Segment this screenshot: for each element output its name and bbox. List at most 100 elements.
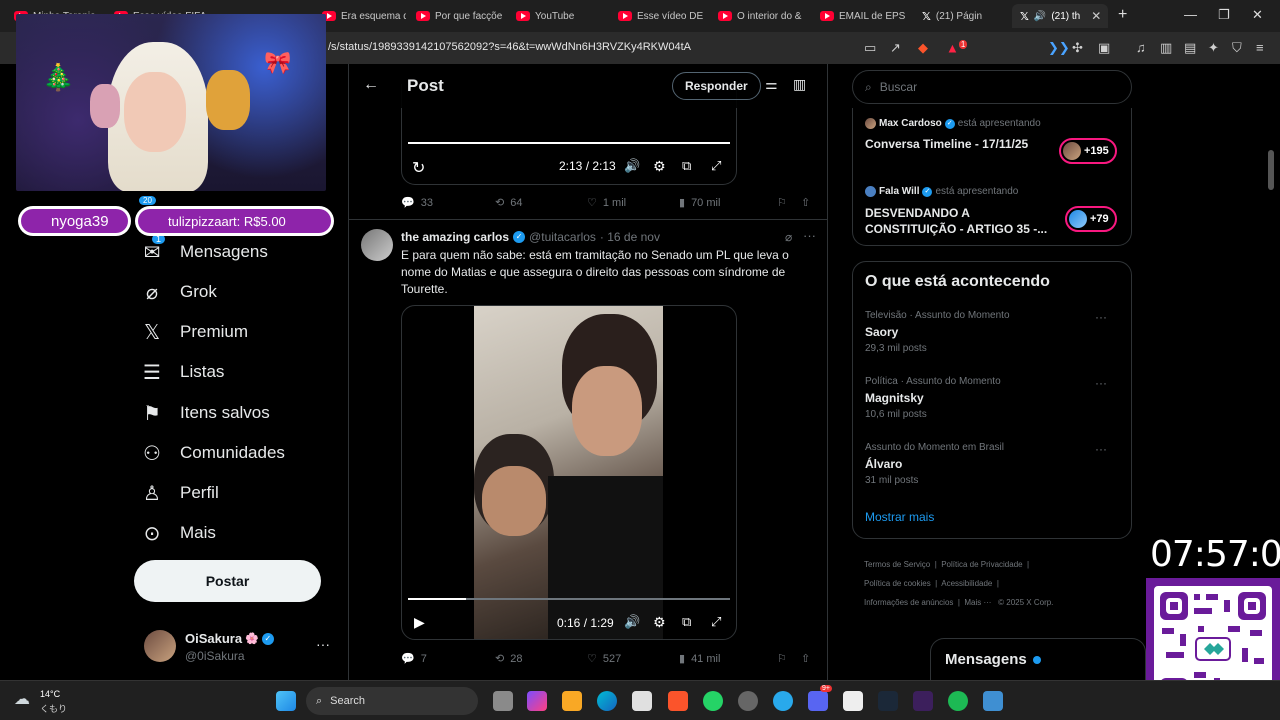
browser-tab-active[interactable]: 𝕏 🔊 (21) th ✕ xyxy=(1012,4,1108,28)
space-item[interactable]: Fala Will ✓ está apresentando DESVENDAND… xyxy=(865,186,1121,240)
browser-tab[interactable]: YouTube xyxy=(508,4,604,28)
show-more-link[interactable]: Mostrar mais xyxy=(865,510,934,524)
space-item[interactable]: Max Cardoso ✓ está apresentando Conversa… xyxy=(865,118,1121,168)
back-arrow-icon[interactable]: ← xyxy=(363,76,379,94)
extensions-icon[interactable]: ✣ xyxy=(1072,40,1083,56)
share-icon[interactable]: ↗ xyxy=(890,40,901,56)
more-options-icon[interactable]: ··· xyxy=(1095,442,1107,456)
author-handle[interactable]: @tuitacarlos xyxy=(529,230,596,244)
new-tab-button[interactable]: + xyxy=(1118,6,1127,24)
wallet-folder-icon[interactable]: ▤ xyxy=(1184,40,1196,56)
minimize-icon[interactable]: — xyxy=(1184,7,1197,22)
footer-link[interactable]: Política de Privacidade xyxy=(941,560,1022,569)
messages-drawer[interactable]: Mensagens xyxy=(930,638,1146,680)
browser-tab[interactable]: Por que facçõe xyxy=(408,4,504,28)
views-action[interactable]: ▮ 41 mil xyxy=(679,652,720,666)
more-options-icon[interactable]: ··· xyxy=(1095,376,1107,390)
scrollbar[interactable] xyxy=(1268,150,1274,190)
store-icon[interactable] xyxy=(632,691,652,711)
trend-item[interactable]: Televisão · Assunto do Momento Saory 29,… xyxy=(865,310,1121,354)
brave-icon[interactable] xyxy=(668,691,688,711)
close-tab-icon[interactable]: ✕ xyxy=(1091,9,1101,23)
avatar[interactable] xyxy=(361,229,393,261)
footer-link[interactable]: Política de cookies xyxy=(864,579,931,588)
steam-icon[interactable] xyxy=(878,691,898,711)
more-options-icon[interactable]: ··· xyxy=(803,228,816,243)
author-name[interactable]: the amazing carlos xyxy=(401,230,509,244)
close-window-icon[interactable]: ✕ xyxy=(1252,7,1263,23)
media-icon[interactable]: ♫ xyxy=(1136,40,1146,55)
nav-messages[interactable]: ✉ 1 Mensagens xyxy=(140,233,268,269)
footer-link[interactable]: Mais ··· xyxy=(964,598,991,607)
post-button[interactable]: Postar xyxy=(134,560,321,602)
reply-action[interactable]: 💬 33 xyxy=(401,196,433,210)
app-icon[interactable] xyxy=(913,691,933,711)
nav-grok[interactable]: ⌀ Grok xyxy=(140,275,217,309)
more-options-icon[interactable]: ··· xyxy=(1095,310,1107,324)
task-view-icon[interactable] xyxy=(493,691,513,711)
search-input[interactable]: ⌕ Buscar xyxy=(852,70,1132,104)
like-action[interactable]: ♡ 527 xyxy=(587,652,621,666)
volume-icon[interactable]: 🔊 xyxy=(624,158,640,174)
trend-item[interactable]: Assunto do Momento em Brasil Álvaro 31 m… xyxy=(865,442,1121,486)
browser-tab[interactable]: 𝕏 (21) Págin xyxy=(914,4,1010,28)
reply-button[interactable]: Responder xyxy=(672,72,761,100)
reply-action[interactable]: 💬 7 xyxy=(401,652,427,666)
account-switcher[interactable]: OiSakura 🌸 ✓ @0iSakura ··· xyxy=(144,630,334,670)
footer-link[interactable]: Informações de anúncios xyxy=(864,598,953,607)
bookmark-icon[interactable]: ⚐ xyxy=(777,652,787,665)
taskbar-search[interactable]: ⌕ Search xyxy=(306,687,478,715)
picture-in-picture-icon[interactable]: ⧉ xyxy=(682,158,691,174)
nav-more[interactable]: ⊙ Mais xyxy=(140,516,216,550)
more-options-icon[interactable]: ··· xyxy=(316,636,330,652)
settings-icon[interactable]: ⚙ xyxy=(653,614,666,631)
bookmark-icon[interactable]: ⚐ xyxy=(777,196,787,209)
volume-icon[interactable]: 🔊 xyxy=(624,614,640,630)
brave-rewards-icon[interactable]: ▲ 1 xyxy=(946,40,968,55)
browser-tab[interactable]: O interior do & xyxy=(710,4,810,28)
wallet-icon[interactable]: ❯❯ xyxy=(1048,40,1070,56)
reader-view-icon[interactable]: ▥ xyxy=(793,76,806,93)
nav-communities[interactable]: ⚇ Comunidades xyxy=(140,436,285,470)
fullscreen-icon[interactable]: ⤢ xyxy=(711,158,721,174)
address-bar[interactable]: /s/status/1989339142107562092?s=46&t=wwW… xyxy=(328,41,691,53)
whatsapp-icon[interactable] xyxy=(703,691,723,711)
app-icon[interactable] xyxy=(843,691,863,711)
replay-icon[interactable]: ↻ xyxy=(412,158,425,178)
nav-lists[interactable]: ☰ Listas xyxy=(140,355,224,389)
nav-premium[interactable]: 𝕏 Premium xyxy=(140,315,248,349)
app-icon[interactable] xyxy=(983,691,1003,711)
share-icon[interactable]: ⇧ xyxy=(801,196,810,209)
picture-in-picture-icon[interactable]: ⧉ xyxy=(682,614,691,630)
edge-icon[interactable] xyxy=(597,691,617,711)
telegram-icon[interactable] xyxy=(773,691,793,711)
windows-start-icon[interactable] xyxy=(276,691,296,711)
views-action[interactable]: ▮ 70 mil xyxy=(679,196,720,210)
copilot-icon[interactable] xyxy=(527,691,547,711)
brave-shield-icon[interactable]: ◆ xyxy=(918,40,928,56)
discord-icon[interactable]: 9+ xyxy=(808,685,832,711)
footer-link[interactable]: Termos de Serviço xyxy=(864,560,930,569)
maximize-icon[interactable]: ❐ xyxy=(1218,7,1230,23)
trend-item[interactable]: Política · Assunto do Momento Magnitsky … xyxy=(865,376,1121,420)
browser-tab[interactable]: EMAIL de EPS xyxy=(812,4,912,28)
browser-tab[interactable]: Era esquema d xyxy=(314,4,406,28)
video-progress-bar[interactable] xyxy=(408,142,730,144)
retweet-action[interactable]: ⟲ 28 xyxy=(495,652,522,666)
settings-icon[interactable]: ⚙ xyxy=(653,158,666,175)
file-explorer-icon[interactable] xyxy=(562,691,582,711)
play-icon[interactable]: ▶ xyxy=(414,614,425,631)
share-icon[interactable]: ⇧ xyxy=(801,652,810,665)
post-date[interactable]: · 16 de nov xyxy=(600,230,660,244)
leo-ai-icon[interactable]: ✦ xyxy=(1208,40,1219,56)
browser-tab[interactable]: Esse vídeo DE xyxy=(610,4,708,28)
spotify-icon[interactable] xyxy=(948,691,968,711)
nav-profile[interactable]: ♙ Perfil xyxy=(140,476,219,510)
fullscreen-icon[interactable]: ⤢ xyxy=(711,614,721,630)
obs-icon[interactable] xyxy=(738,691,758,711)
menu-icon[interactable]: ≡ xyxy=(1256,40,1264,55)
like-action[interactable]: ♡ 1 mil xyxy=(587,196,626,210)
screenshot-icon[interactable]: ▣ xyxy=(1098,40,1110,56)
weather-temp[interactable]: 14°C xyxy=(40,689,60,699)
filter-icon[interactable]: ⚌ xyxy=(765,76,778,93)
